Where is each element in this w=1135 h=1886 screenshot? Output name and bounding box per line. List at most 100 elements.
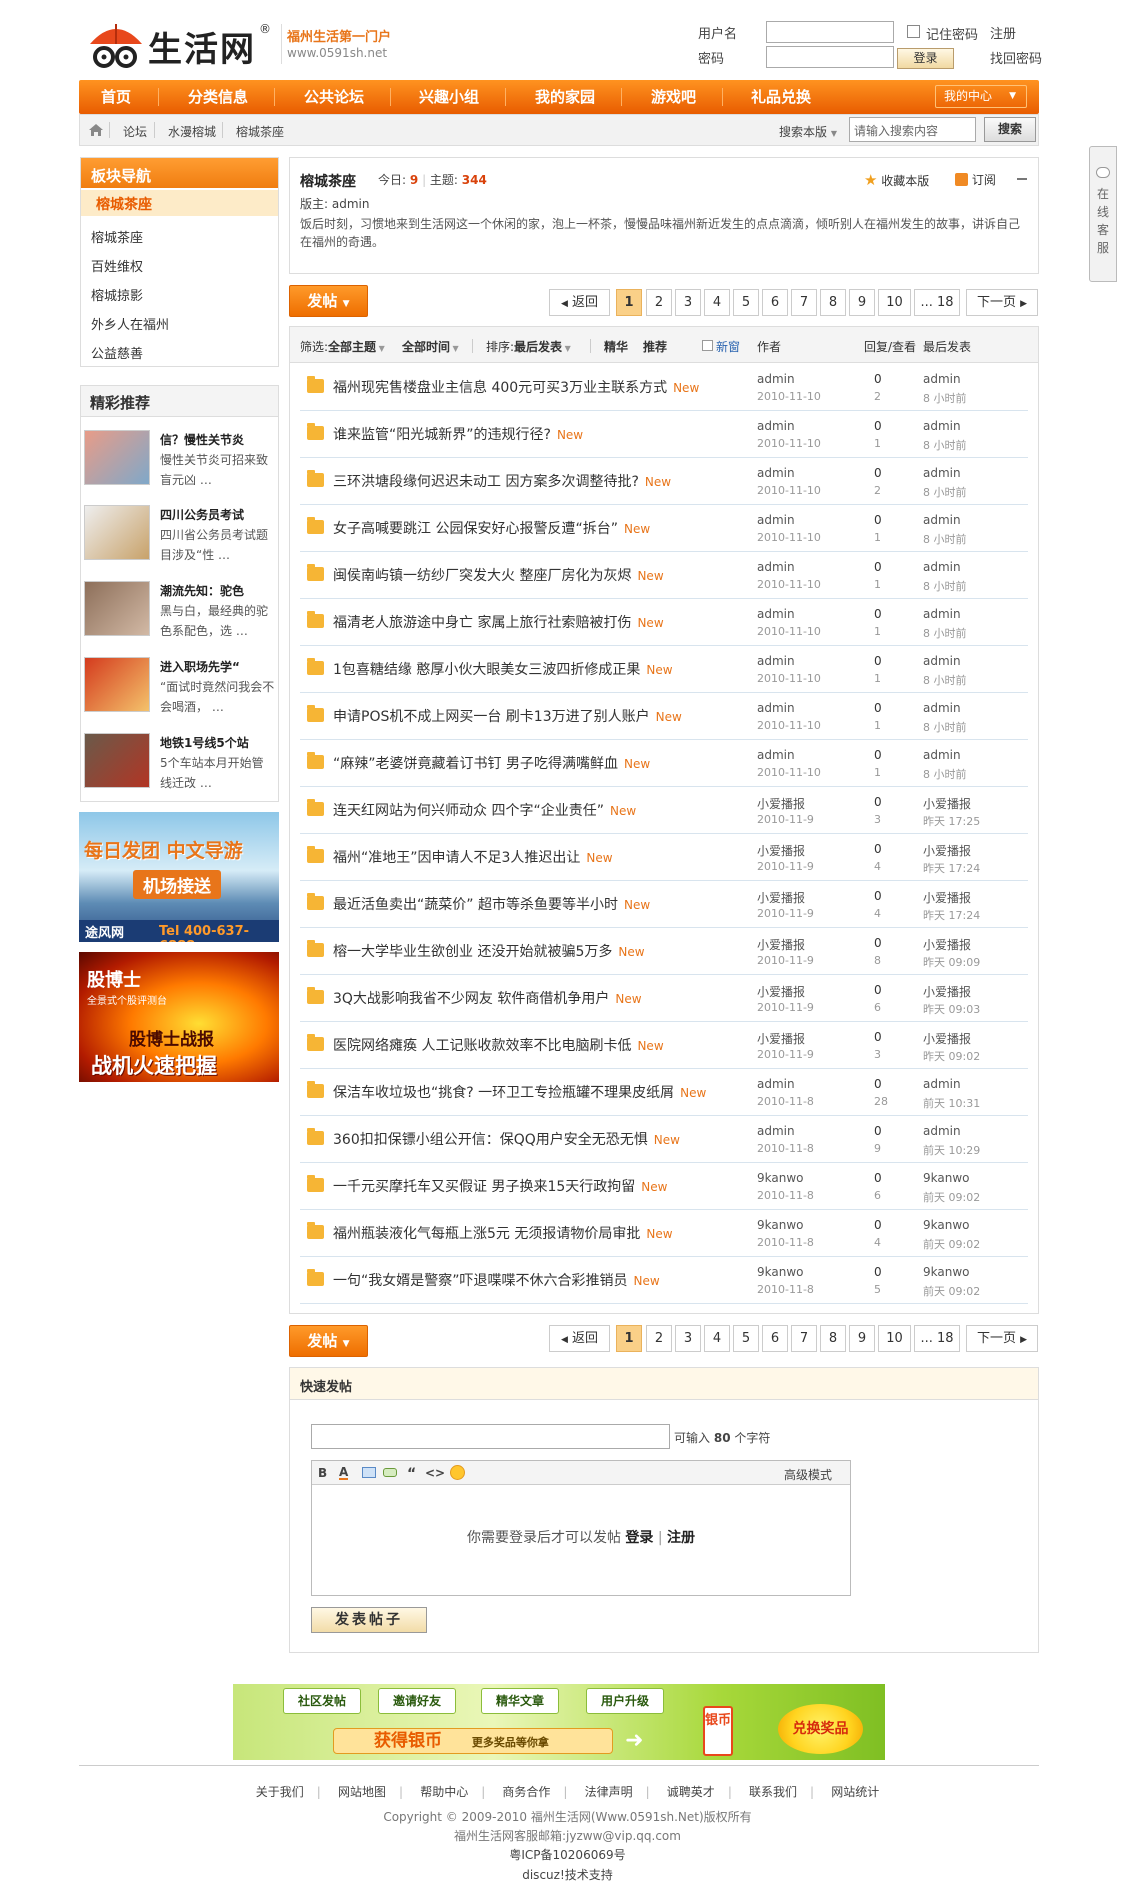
- thread-row[interactable]: 360扣扣保镖小组公开信：保QQ用户安全无恐无惧 New admin 2010-1…: [300, 1116, 1028, 1163]
- search-button[interactable]: 搜索: [984, 117, 1036, 142]
- recommend-thumbnail[interactable]: [84, 505, 150, 560]
- thread-subject[interactable]: 谁来监管“阳光城新界”的违规行径? New: [333, 424, 583, 444]
- last-poster[interactable]: admin: [923, 513, 961, 527]
- time-filter-dropdown[interactable]: 全部时间 ▼: [402, 338, 459, 355]
- thread-author[interactable]: admin: [757, 513, 795, 527]
- last-post-time[interactable]: 8 小时前: [923, 578, 967, 594]
- thread-row[interactable]: 女子高喊要跳江 公园保安好心报警反遭“拆台” New admin 2010-11-…: [300, 505, 1028, 552]
- thread-subject[interactable]: 三环洪塘段缘何迟迟未动工 因方案多次调整待批? New: [333, 471, 671, 491]
- thread-row[interactable]: 连天红网站为何兴师动众 四个字“企业责任” New 小爱播报 2010-11-9 …: [300, 787, 1028, 834]
- post-editor[interactable]: B A “ <> 高级模式 你需要登录后才可以发帖 登录 | 注册: [311, 1460, 851, 1596]
- last-poster[interactable]: admin: [923, 748, 961, 762]
- thread-author[interactable]: 小爱播报: [757, 795, 805, 812]
- last-post-time[interactable]: 昨天 09:03: [923, 1001, 980, 1017]
- pager-page[interactable]: 10: [878, 1325, 911, 1352]
- nav-games[interactable]: 游戏吧: [651, 80, 696, 114]
- thread-title[interactable]: 闽侯南屿镇一纺纱厂突发大火 整座厂房化为灰烬: [333, 568, 631, 584]
- thread-subject[interactable]: 保洁车收垃圾也“挑食? 一环卫工专捡瓶罐不理果皮纸屑 New: [333, 1082, 706, 1102]
- pager-back[interactable]: ◀ 返回: [549, 1325, 610, 1352]
- last-poster[interactable]: 9kanwo: [923, 1171, 970, 1185]
- last-poster[interactable]: admin: [923, 1077, 961, 1091]
- last-post-time[interactable]: 8 小时前: [923, 719, 967, 735]
- code-icon[interactable]: <>: [425, 1466, 445, 1480]
- pager-page[interactable]: 7: [791, 1325, 817, 1352]
- thread-author[interactable]: 小爱播报: [757, 983, 805, 1000]
- online-support-tab[interactable]: 在线客服: [1089, 146, 1117, 282]
- pager-page[interactable]: ... 18: [914, 289, 960, 316]
- pager-page[interactable]: 10: [878, 289, 911, 316]
- thread-author[interactable]: admin: [757, 560, 795, 574]
- subject-input[interactable]: [311, 1424, 670, 1449]
- last-post-time[interactable]: 昨天 17:24: [923, 860, 980, 876]
- thread-author[interactable]: 9kanwo: [757, 1218, 804, 1232]
- thread-row[interactable]: 福州现宪售楼盘业主信息 400元可买3万业主联系方式 New admin 2010…: [300, 364, 1028, 411]
- thread-author[interactable]: 小爱播报: [757, 1030, 805, 1047]
- link-icon[interactable]: [383, 1468, 397, 1477]
- pager-page[interactable]: 6: [762, 1325, 788, 1352]
- footer-link[interactable]: 商务合作: [502, 1785, 550, 1799]
- thread-author[interactable]: admin: [757, 1124, 795, 1138]
- thread-title[interactable]: 申请POS机不成上网买一台 刷卡13万进了别人账户: [333, 709, 650, 725]
- password-input[interactable]: [766, 46, 894, 68]
- thread-row[interactable]: 谁来监管“阳光城新界”的违规行径? New admin 2010-11-10 0 …: [300, 411, 1028, 458]
- remember-checkbox[interactable]: [907, 25, 920, 38]
- my-center-dropdown[interactable]: 我的中心 ▼: [935, 85, 1027, 108]
- thread-author[interactable]: admin: [757, 748, 795, 762]
- thread-title[interactable]: “麻辣”老婆饼竟藏着订书钉 男子吃得满嘴鲜血: [333, 756, 618, 772]
- thread-title[interactable]: 连天红网站为何兴师动众 四个字“企业责任”: [333, 803, 604, 819]
- thread-subject[interactable]: 福州“准地王”因申请人不足3人推迟出让 New: [333, 847, 613, 867]
- last-poster[interactable]: 小爱播报: [923, 842, 971, 859]
- nav-interest-groups[interactable]: 兴趣小组: [419, 80, 479, 114]
- thread-subject[interactable]: 福州现宪售楼盘业主信息 400元可买3万业主联系方式 New: [333, 377, 699, 397]
- pager-page[interactable]: 9: [849, 289, 875, 316]
- pager-page[interactable]: ... 18: [914, 1325, 960, 1352]
- pager-page[interactable]: 5: [733, 289, 759, 316]
- last-poster[interactable]: 小爱播报: [923, 795, 971, 812]
- last-poster[interactable]: 9kanwo: [923, 1218, 970, 1232]
- thread-subject[interactable]: 一千元买摩托车又买假证 男子换来15天行政拘留 New: [333, 1176, 667, 1196]
- thread-title[interactable]: 最近活鱼卖出“蔬菜价” 超市等杀鱼要等半小时: [333, 897, 618, 913]
- pager-page[interactable]: 8: [820, 1325, 846, 1352]
- last-post-time[interactable]: 8 小时前: [923, 484, 967, 500]
- footer-link[interactable]: 联系我们: [749, 1785, 797, 1799]
- pager-page[interactable]: 1: [616, 289, 642, 316]
- quote-icon[interactable]: “: [407, 1466, 416, 1482]
- collapse-icon[interactable]: [1017, 178, 1027, 180]
- last-poster[interactable]: admin: [923, 701, 961, 715]
- thread-author[interactable]: 9kanwo: [757, 1171, 804, 1185]
- sort-dropdown[interactable]: 排序:最后发表 ▼: [486, 338, 571, 355]
- recommend-item-title[interactable]: 地铁1号线5个站: [160, 734, 275, 751]
- board-nav-item[interactable]: 公益慈善: [91, 343, 143, 362]
- board-nav-item[interactable]: 外乡人在福州: [91, 314, 169, 333]
- pager-next[interactable]: 下一页 ▶: [966, 289, 1038, 316]
- pager-next[interactable]: 下一页 ▶: [966, 1325, 1038, 1352]
- footer-link[interactable]: 帮助中心: [420, 1785, 468, 1799]
- recommend-item-title[interactable]: 进入职场先学“: [160, 658, 275, 675]
- username-input[interactable]: [766, 21, 894, 43]
- pager-page[interactable]: 4: [704, 289, 730, 316]
- last-post-time[interactable]: 8 小时前: [923, 672, 967, 688]
- thread-row[interactable]: 最近活鱼卖出“蔬菜价” 超市等杀鱼要等半小时 New 小爱播报 2010-11-9…: [300, 881, 1028, 928]
- thread-author[interactable]: admin: [757, 607, 795, 621]
- pager-page[interactable]: 1: [616, 1325, 642, 1352]
- last-poster[interactable]: 小爱播报: [923, 889, 971, 906]
- thread-subject[interactable]: 申请POS机不成上网买一台 刷卡13万进了别人账户 New: [333, 706, 682, 726]
- last-poster[interactable]: admin: [923, 607, 961, 621]
- pager-page[interactable]: 5: [733, 1325, 759, 1352]
- thread-row[interactable]: 福州瓶装液化气每瓶上涨5元 无须报请物价局审批 New 9kanwo 2010-1…: [300, 1210, 1028, 1257]
- filter-dropdown[interactable]: 筛选:全部主题 ▼: [300, 338, 385, 355]
- register-link[interactable]: 注册: [990, 23, 1016, 42]
- last-post-time[interactable]: 8 小时前: [923, 437, 967, 453]
- thread-subject[interactable]: 360扣扣保镖小组公开信：保QQ用户安全无恐无惧 New: [333, 1129, 680, 1149]
- thread-author[interactable]: admin: [757, 654, 795, 668]
- thread-title[interactable]: 福清老人旅游途中身亡 家属上旅行社索赔被打伤: [333, 615, 631, 631]
- footer-link[interactable]: 网站统计: [831, 1785, 879, 1799]
- nav-my-home[interactable]: 我的家园: [535, 80, 595, 114]
- last-post-time[interactable]: 前天 09:02: [923, 1189, 980, 1205]
- recommend-thumbnail[interactable]: [84, 733, 150, 788]
- recommend-thumbnail[interactable]: [84, 581, 150, 636]
- last-post-time[interactable]: 前天 09:02: [923, 1283, 980, 1299]
- last-post-time[interactable]: 8 小时前: [923, 625, 967, 641]
- last-post-time[interactable]: 8 小时前: [923, 531, 967, 547]
- last-post-time[interactable]: 8 小时前: [923, 390, 967, 406]
